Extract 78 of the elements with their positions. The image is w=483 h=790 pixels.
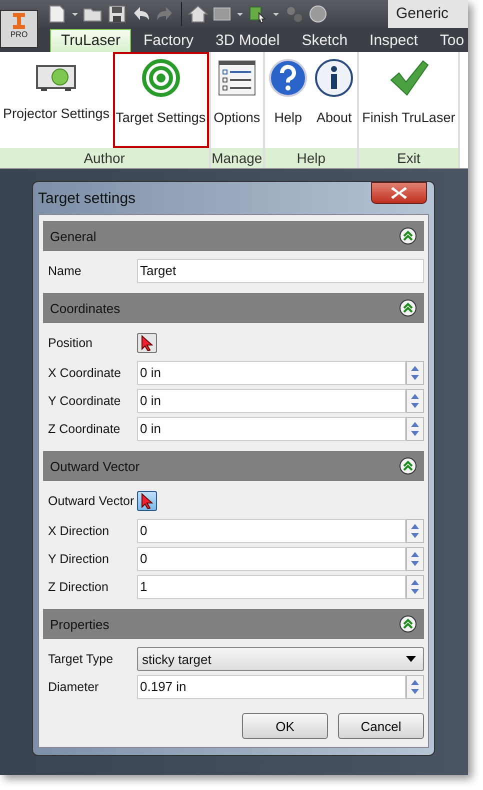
dialog-title: Target settings <box>38 190 136 207</box>
cursor-icon <box>141 335 153 351</box>
ribbon-button[interactable]: Target Settings <box>112 52 209 148</box>
close-button[interactable] <box>371 182 427 204</box>
ribbon-tab[interactable]: Sketch <box>292 30 358 52</box>
ribbon-tab[interactable]: Factory <box>133 30 204 52</box>
section-title: Properties <box>50 616 110 632</box>
collapse-icon[interactable] <box>399 457 417 475</box>
globe-icon[interactable] <box>307 4 329 24</box>
cursor-icon <box>141 493 153 509</box>
field-label: Z Direction <box>48 579 110 595</box>
cube-cursor-icon[interactable] <box>247 4 269 24</box>
spinner[interactable] <box>406 575 424 599</box>
spinner[interactable] <box>406 519 424 543</box>
edition-label: PRO <box>10 30 28 39</box>
input-field[interactable]: 0 in <box>137 361 406 385</box>
spinner[interactable] <box>406 389 424 413</box>
ribbon-tab[interactable]: TruLaser <box>50 29 132 52</box>
section-header[interactable]: General <box>43 221 424 251</box>
field-label: Y Coordinate <box>48 393 122 409</box>
spinner[interactable] <box>406 675 424 699</box>
field-label: Diameter <box>48 679 100 695</box>
ribbon-button[interactable]: Finish TruLaser <box>359 52 458 148</box>
ribbon-group-label: Help <box>265 148 358 168</box>
dialog-button[interactable]: Cancel <box>338 713 424 739</box>
field-label: Name <box>48 263 82 279</box>
checkmark-icon <box>388 58 429 98</box>
section-header[interactable]: Properties <box>43 609 424 639</box>
app-logo-icon <box>10 12 28 30</box>
field-label: Y Direction <box>48 551 110 567</box>
input-field[interactable]: 0 <box>137 547 406 571</box>
section-title: Coordinates <box>50 300 120 316</box>
home-icon[interactable] <box>187 4 209 24</box>
input-field[interactable]: 0.197 in <box>137 675 406 699</box>
spinner[interactable] <box>406 547 424 571</box>
help-icon <box>268 58 308 98</box>
field-label: Target Type <box>48 651 114 667</box>
ribbon-group-label: Author <box>0 148 209 168</box>
ribbon-group-label: Exit <box>359 148 458 168</box>
ribbon-button[interactable]: Options <box>210 52 264 148</box>
save-icon[interactable] <box>106 4 128 24</box>
input-field[interactable]: 1 <box>137 575 406 599</box>
pick-button[interactable] <box>137 333 157 353</box>
input-field[interactable]: 0 in <box>137 417 406 441</box>
ribbon-button[interactable]: About <box>311 52 358 148</box>
section-header[interactable]: Outward Vector <box>43 451 424 481</box>
field-label: Position <box>48 335 94 351</box>
input-field[interactable]: 0 in <box>137 389 406 413</box>
app-menu-button[interactable]: PRO <box>0 10 38 48</box>
section-title: Outward Vector <box>50 458 140 474</box>
collapse-icon[interactable] <box>399 299 417 317</box>
section-title: General <box>50 228 96 244</box>
field-label: X Direction <box>48 523 110 539</box>
spinner[interactable] <box>406 361 424 385</box>
dialog-button[interactable]: OK <box>242 713 328 739</box>
target-icon <box>140 58 181 98</box>
list-icon <box>216 58 257 98</box>
pick-button[interactable] <box>137 491 157 511</box>
ribbon-button[interactable]: Projector Settings <box>0 52 113 148</box>
workspace-selector[interactable]: Generic <box>388 0 468 28</box>
field-label: Outward Vector <box>48 493 136 509</box>
ribbon-tab[interactable]: Inspect <box>360 30 428 52</box>
ribbon-tab[interactable]: 3D Model <box>205 30 290 52</box>
ribbon-button[interactable]: Help <box>265 52 312 148</box>
ribbon-group-label: Manage <box>210 148 264 168</box>
close-icon <box>391 186 407 200</box>
dropdown[interactable]: sticky target <box>137 647 424 671</box>
section-header[interactable]: Coordinates <box>43 293 424 323</box>
caret-icon <box>405 655 417 663</box>
info-icon <box>314 58 354 98</box>
input-field[interactable]: Target <box>137 259 424 283</box>
spinner[interactable] <box>406 417 424 441</box>
field-label: X Coordinate <box>48 365 122 381</box>
collapse-icon[interactable] <box>399 615 417 633</box>
collapse-icon[interactable] <box>399 227 417 245</box>
input-field[interactable]: 0 <box>137 519 406 543</box>
field-label: Z Coordinate <box>48 421 122 437</box>
ribbon-tab[interactable]: Too <box>430 30 468 52</box>
